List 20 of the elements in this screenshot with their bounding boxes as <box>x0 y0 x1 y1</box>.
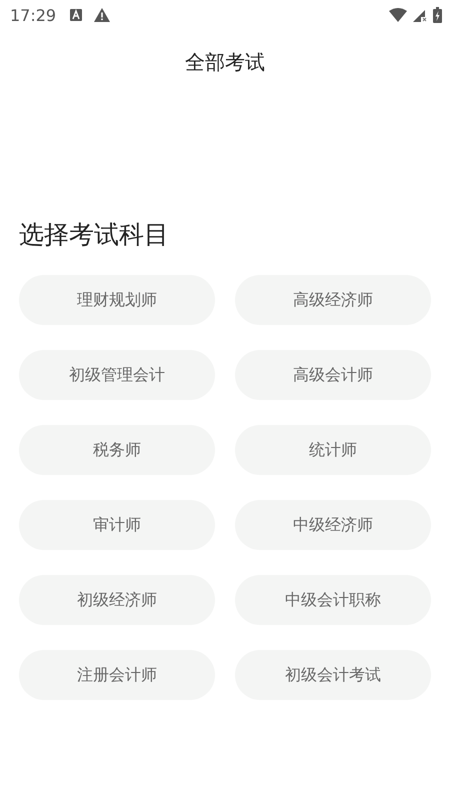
signal-icon <box>413 8 427 22</box>
subject-button[interactable]: 注册会计师 <box>19 650 215 700</box>
subject-button[interactable]: 审计师 <box>19 500 215 550</box>
subject-button[interactable]: 统计师 <box>235 425 431 475</box>
subject-button[interactable]: 中级会计职称 <box>235 575 431 625</box>
subject-button[interactable]: 中级经济师 <box>235 500 431 550</box>
notification-icon <box>70 9 82 21</box>
subject-button[interactable]: 理财规划师 <box>19 275 215 325</box>
page-title: 全部考试 <box>185 49 265 76</box>
battery-icon <box>433 7 442 23</box>
subject-button[interactable]: 高级会计师 <box>235 350 431 400</box>
subject-button[interactable]: 初级管理会计 <box>19 350 215 400</box>
subject-button[interactable]: 税务师 <box>19 425 215 475</box>
subject-button[interactable]: 初级会计考试 <box>235 650 431 700</box>
wifi-icon <box>389 8 407 22</box>
section-title: 选择考试科目 <box>19 219 169 251</box>
warning-icon <box>94 8 110 22</box>
status-time: 17:29 <box>10 6 56 24</box>
subject-button[interactable]: 初级经济师 <box>19 575 215 625</box>
subject-button[interactable]: 高级经济师 <box>235 275 431 325</box>
